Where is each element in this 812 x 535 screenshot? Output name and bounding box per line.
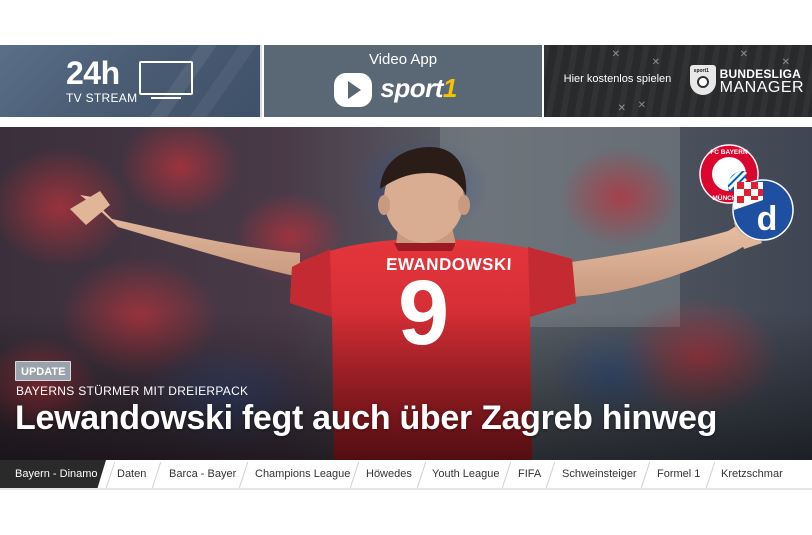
stream-hours-label: 24h: [66, 55, 120, 91]
tag-daten[interactable]: Daten: [117, 460, 146, 488]
article-kicker: BAYERNS STÜRMER MIT DREIERPACK: [16, 384, 249, 398]
update-badge: UPDATE: [15, 361, 72, 381]
topic-tag-bar: Bayern - Dinamo Daten Barca - Bayer Cham…: [0, 460, 812, 488]
article-headline[interactable]: Lewandowski fegt auch über Zagreb hinweg: [15, 399, 717, 438]
play-free-cta: Hier kostenlos spielen: [563, 73, 672, 85]
tag-barca-bayer[interactable]: Barca - Bayer: [169, 460, 236, 488]
manager-shield-icon: sport1: [689, 65, 716, 95]
tag-champions-league[interactable]: Champions League: [255, 460, 350, 488]
stream-label: TV STREAM: [66, 91, 138, 105]
svg-text:FC BAYERN: FC BAYERN: [710, 149, 748, 156]
svg-text:d: d: [757, 200, 778, 238]
video-app-banner[interactable]: Video App sport1: [264, 45, 542, 117]
tag-youth-league[interactable]: Youth League: [432, 460, 500, 488]
club-logos: FC BAYERN MÜNCHEN d: [699, 144, 794, 241]
tag-kretzschmar[interactable]: Kretzschmar: [721, 460, 783, 488]
tag-schweinsteiger[interactable]: Schweinsteiger: [562, 460, 637, 488]
dinamo-zagreb-logo-icon: d: [732, 179, 794, 241]
jersey-number: 9: [398, 262, 450, 364]
divider: [0, 488, 812, 490]
tag-formel-1[interactable]: Formel 1: [657, 460, 700, 488]
bundesliga-manager-banner[interactable]: ✕ ✕ ✕ ✕ ✕ ✕ Hier kostenlos spielen sport…: [543, 45, 812, 117]
tag-bayern-dinamo[interactable]: Bayern - Dinamo: [0, 460, 106, 488]
manager-title-line2: MANAGER: [719, 79, 805, 96]
tv-icon: [139, 61, 193, 95]
video-app-title: Video App: [368, 51, 438, 68]
promo-banner-row: 24h TV STREAM Video App sport1 ✕ ✕ ✕ ✕ ✕…: [0, 45, 812, 117]
tag-howedes[interactable]: Höwedes: [366, 460, 412, 488]
tv-stream-banner[interactable]: 24h TV STREAM: [0, 45, 263, 117]
sport1-logo: sport1: [380, 73, 457, 103]
tag-fifa[interactable]: FIFA: [518, 460, 541, 488]
page: 24h TV STREAM Video App sport1 ✕ ✕ ✕ ✕ ✕…: [0, 0, 812, 535]
